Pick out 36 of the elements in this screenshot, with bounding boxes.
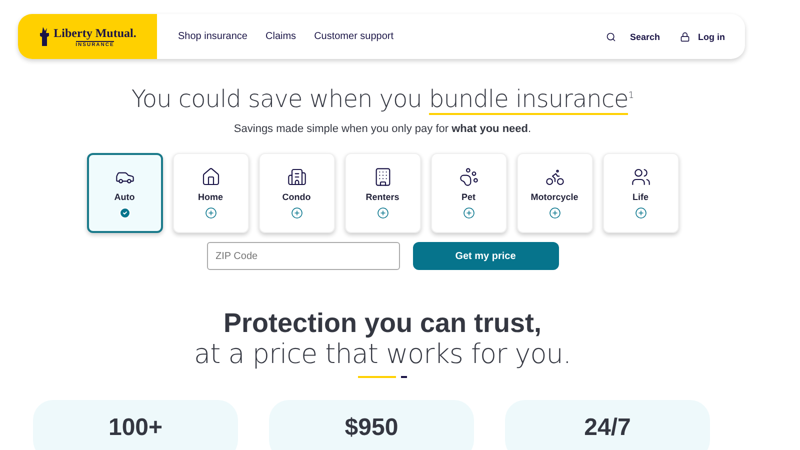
product-card[interactable]: Life [602, 153, 678, 233]
product-card[interactable]: Condo [258, 153, 334, 233]
nav-link[interactable]: Customer support [314, 31, 394, 42]
logo-name: Liberty Mutual. [54, 26, 136, 40]
nav-link[interactable]: Claims [266, 31, 296, 42]
house-icon [200, 167, 220, 187]
product-card[interactable]: Auto [86, 153, 162, 233]
section-title: Protection you can trust, [223, 308, 542, 339]
paw-icon [458, 167, 478, 187]
product-card[interactable]: Home [172, 153, 248, 233]
plus-icon [462, 207, 474, 219]
plus-icon [376, 207, 388, 219]
stat-value: 24/7 [584, 416, 631, 443]
product-card[interactable]: Pet [430, 153, 506, 233]
product-card[interactable]: Motorcycle [516, 153, 592, 233]
product-card[interactable]: Renters [344, 153, 420, 233]
nav-link[interactable]: Shop insurance [178, 31, 248, 42]
plus-icon [204, 207, 216, 219]
plus-icon [290, 207, 302, 219]
zip-field[interactable]: ZIP Code [206, 242, 400, 270]
lock-icon[interactable] [680, 32, 690, 42]
plus-icon [634, 207, 646, 219]
plus-icon [548, 207, 560, 219]
people-icon [630, 167, 650, 187]
check-icon [118, 207, 130, 219]
get-price-button[interactable]: Get my price [412, 242, 558, 270]
buildings-icon [286, 167, 306, 187]
headline: You could save when you bundle insurance$^{1}$ [131, 85, 634, 113]
stat-value: 100+ [108, 416, 163, 443]
statue-icon [38, 26, 51, 46]
section-subtitle: at a price that works for you. [194, 339, 571, 370]
login-link[interactable]: Log in [698, 32, 725, 42]
stat-value: $950 [344, 416, 398, 443]
search-link[interactable]: Search [630, 32, 660, 42]
search-icon[interactable] [606, 32, 616, 42]
subtitle: Savings made simple when you only pay for what you need. [234, 123, 532, 135]
